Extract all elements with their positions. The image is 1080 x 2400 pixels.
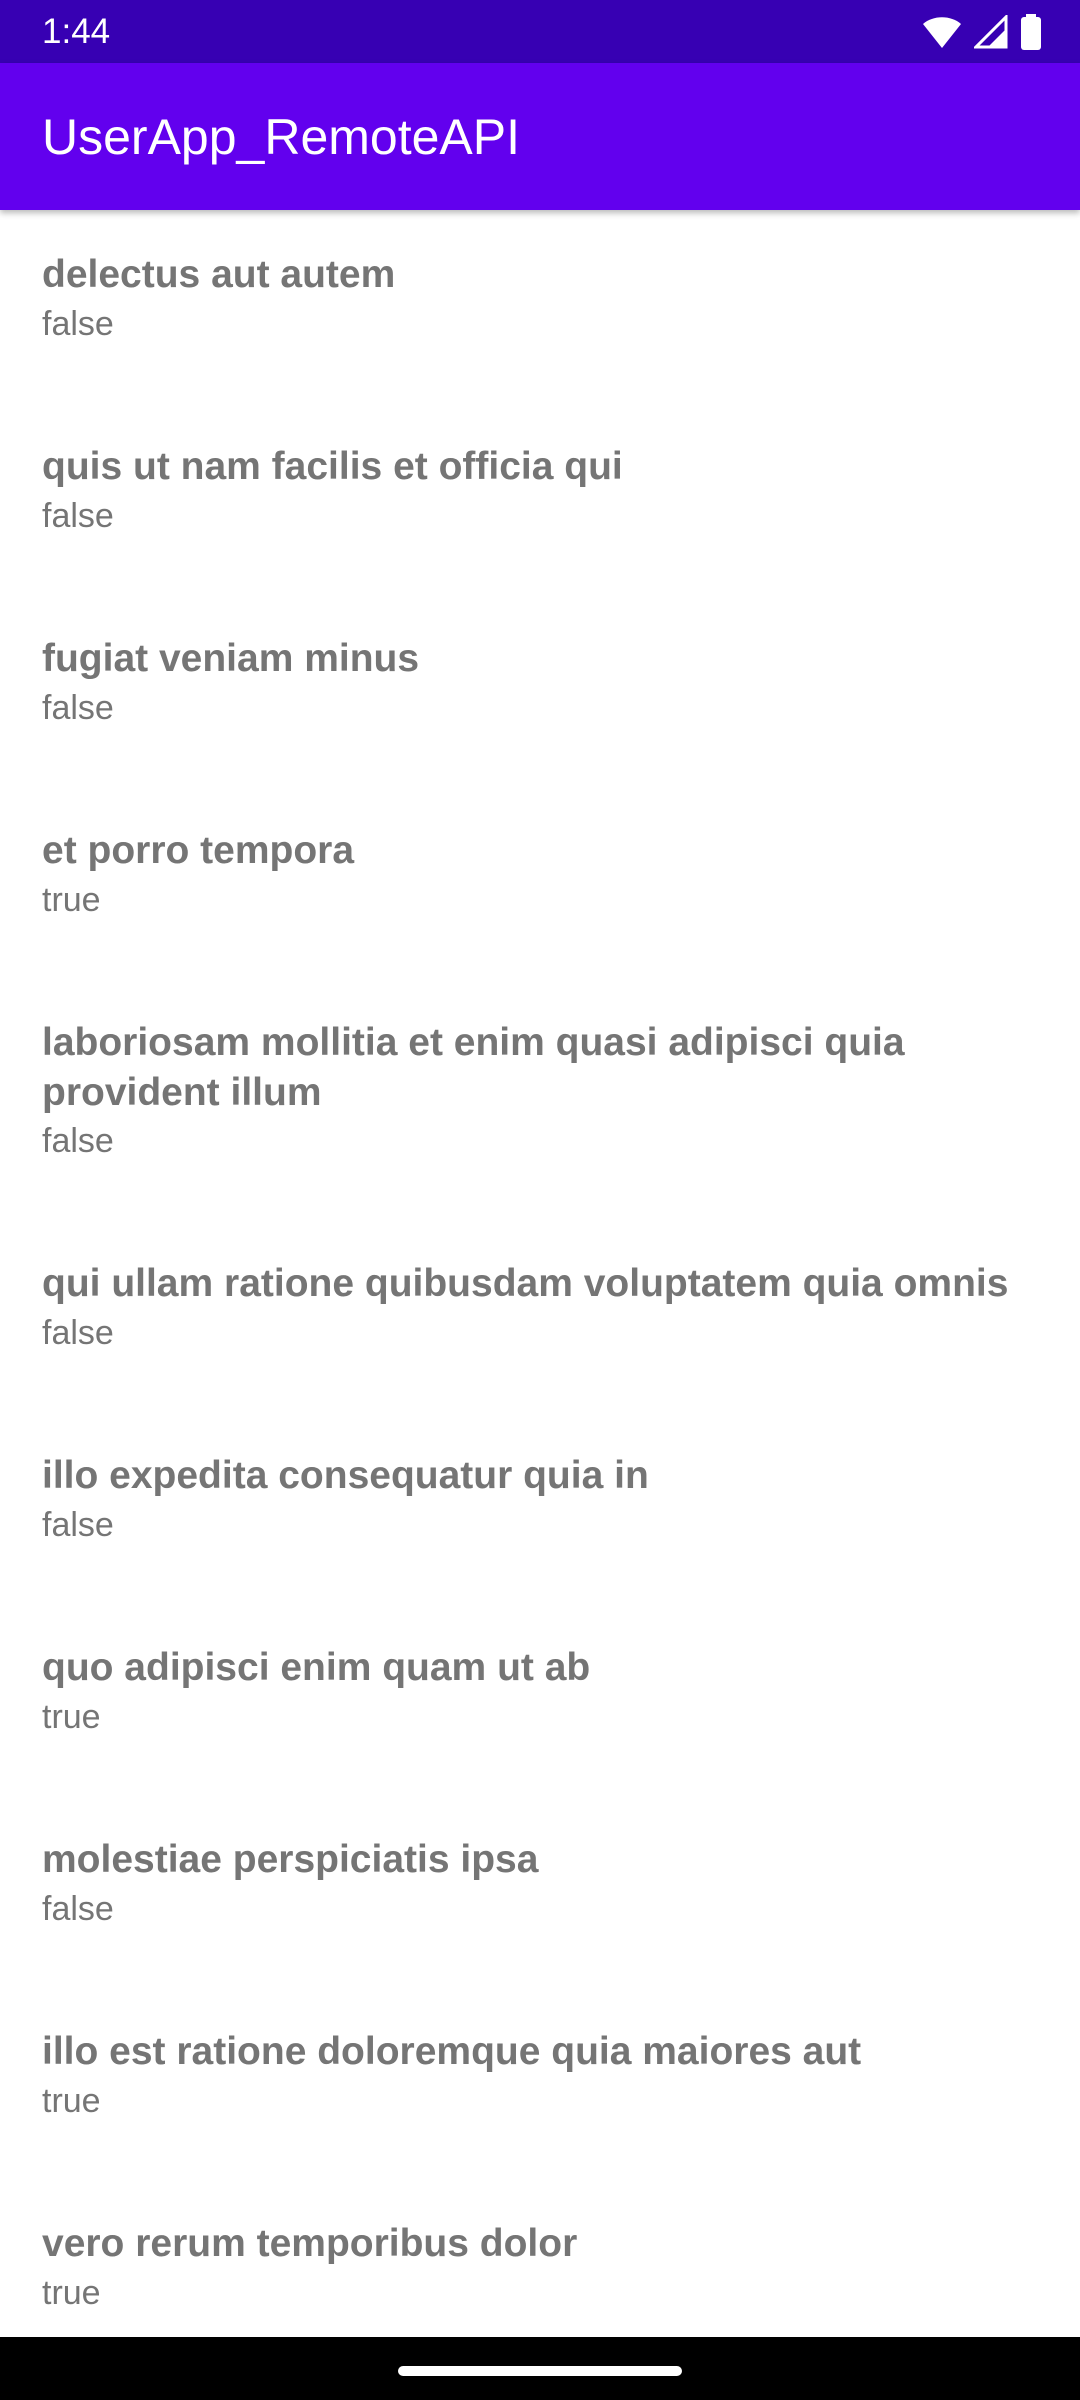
home-gesture-handle[interactable] — [398, 2366, 682, 2376]
item-completed-status: false — [42, 1122, 114, 1160]
item-completed-status: false — [42, 689, 114, 727]
todo-list[interactable]: delectus aut autem false quis ut nam fac… — [0, 210, 1080, 2337]
item-title: illo est ratione doloremque quia maiores… — [42, 2030, 862, 2073]
item-completed-status: true — [42, 2274, 101, 2312]
item-completed-status: true — [42, 2082, 101, 2120]
item-title: fugiat veniam minus — [42, 637, 420, 680]
item-title: quo adipisci enim quam ut ab — [42, 1646, 591, 1689]
item-title: vero rerum temporibus dolor — [42, 2222, 578, 2265]
item-title: molestiae perspiciatis ipsa — [42, 1838, 539, 1881]
item-completed-status: true — [42, 881, 101, 919]
item-completed-status: false — [42, 1314, 114, 1352]
app-title: UserApp_RemoteAPI — [42, 109, 521, 165]
item-title: et porro tempora — [42, 829, 355, 872]
item-completed-status: false — [42, 1890, 114, 1928]
status-time: 1:44 — [42, 12, 111, 51]
signal-icon — [974, 15, 1008, 49]
item-completed-status: true — [42, 1698, 101, 1736]
status-icons — [922, 12, 1042, 52]
item-completed-status: false — [42, 305, 114, 343]
status-bar: 1:44 — [0, 0, 1080, 63]
item-title: quis ut nam facilis et officia qui — [42, 445, 623, 488]
item-title: qui ullam ratione quibusdam voluptatem q… — [42, 1262, 1009, 1305]
item-completed-status: false — [42, 1506, 114, 1544]
app-screen: 1:44 UserApp_RemoteAPI delectus aut aute… — [0, 0, 1080, 2400]
wifi-icon — [922, 15, 962, 49]
item-title: delectus aut autem — [42, 253, 396, 296]
app-bar: UserApp_RemoteAPI — [0, 63, 1080, 210]
battery-icon — [1020, 14, 1042, 50]
item-title: illo expedita consequatur quia in — [42, 1454, 649, 1497]
item-title: laboriosam mollitia et enim quasi adipis… — [42, 1021, 905, 1114]
item-completed-status: false — [42, 497, 114, 535]
